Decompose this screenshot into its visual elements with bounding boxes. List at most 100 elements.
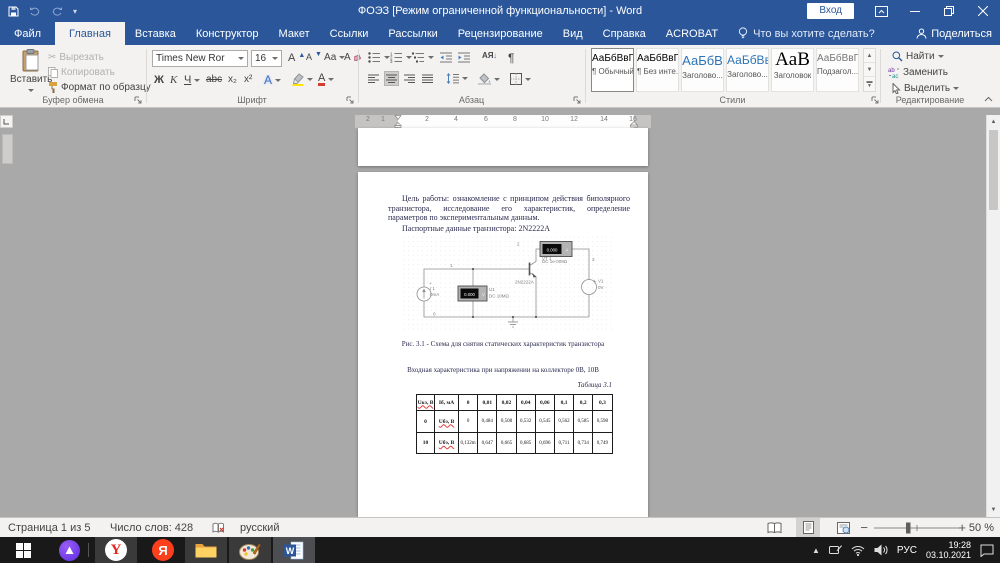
ribbon-display-options-icon[interactable] bbox=[864, 0, 898, 22]
decrease-indent-button[interactable] bbox=[440, 52, 452, 63]
styles-scroll-down-icon[interactable]: ▼ bbox=[864, 63, 875, 77]
align-center-button[interactable] bbox=[384, 71, 399, 86]
word-count[interactable]: Число слов: 428 bbox=[110, 518, 193, 537]
tab-help[interactable]: Справка bbox=[593, 22, 656, 45]
font-color-button[interactable]: А bbox=[318, 73, 334, 86]
multilevel-list-button[interactable] bbox=[412, 52, 434, 63]
tab-stop-selector[interactable] bbox=[0, 115, 13, 128]
find-button[interactable]: Найти bbox=[892, 51, 944, 62]
align-left-button[interactable] bbox=[368, 74, 379, 84]
style-heading2[interactable]: АаБбВв Заголово... bbox=[726, 48, 769, 92]
data-table[interactable]: Uкэ, В Iб, мА 0 0,01 0,02 0,04 0,06 0,1 … bbox=[416, 394, 613, 454]
style-no-spacing[interactable]: АаБбВвГг, ¶ Без инте... bbox=[636, 48, 679, 92]
page-current[interactable]: Цель работы: ознакомление с принципом де… bbox=[358, 172, 648, 517]
page-indicator[interactable]: Страница 1 из 5 bbox=[8, 518, 90, 537]
alice-assistant-button[interactable] bbox=[52, 537, 86, 563]
close-button[interactable] bbox=[966, 0, 1000, 22]
tab-mailings[interactable]: Рассылки bbox=[378, 22, 447, 45]
restore-button[interactable] bbox=[932, 0, 966, 22]
zoom-in-button[interactable]: + bbox=[958, 518, 966, 537]
start-button[interactable] bbox=[0, 537, 46, 563]
increase-indent-button[interactable] bbox=[458, 52, 470, 63]
styles-scroll-up-icon[interactable]: ▲ bbox=[864, 49, 875, 63]
read-mode-button[interactable] bbox=[767, 518, 782, 537]
scroll-up-icon[interactable]: ▲ bbox=[987, 115, 1000, 128]
zoom-out-button[interactable]: − bbox=[860, 518, 868, 537]
font-size-combo[interactable]: 16 bbox=[251, 50, 282, 67]
line-spacing-button[interactable] bbox=[446, 73, 468, 84]
cut-button[interactable]: ✂ Вырезать bbox=[48, 52, 104, 63]
proofing-status-icon[interactable] bbox=[212, 518, 225, 537]
pen-input-icon[interactable] bbox=[829, 544, 842, 556]
paint-button[interactable] bbox=[229, 537, 271, 563]
font-dialog-launcher-icon[interactable] bbox=[346, 96, 354, 104]
page-previous-bottom[interactable] bbox=[358, 128, 648, 166]
select-button[interactable]: Выделить bbox=[892, 83, 959, 94]
copy-button[interactable]: Копировать bbox=[48, 67, 115, 78]
show-marks-button[interactable]: ¶ bbox=[508, 51, 514, 65]
wifi-icon[interactable] bbox=[851, 545, 865, 556]
web-layout-button[interactable] bbox=[837, 518, 850, 537]
borders-button[interactable] bbox=[510, 73, 531, 85]
tab-acrobat[interactable]: ACROBAT bbox=[656, 22, 728, 45]
align-right-button[interactable] bbox=[404, 74, 415, 84]
hidden-icons-chevron[interactable]: ▲ bbox=[812, 546, 820, 555]
bold-button[interactable]: Ж bbox=[154, 74, 164, 86]
superscript-button[interactable]: x² bbox=[244, 74, 252, 85]
grow-font-button[interactable]: А▲ bbox=[288, 52, 305, 64]
style-heading1[interactable]: АаБбВ Заголово... bbox=[681, 48, 724, 92]
action-center-icon[interactable] bbox=[980, 544, 994, 557]
scrollbar-thumb[interactable] bbox=[989, 130, 998, 210]
justify-button[interactable] bbox=[422, 74, 433, 84]
style-normal[interactable]: АаБбВвГг, ¶ Обычный bbox=[591, 48, 634, 92]
file-explorer-button[interactable] bbox=[185, 537, 227, 563]
tab-layout[interactable]: Макет bbox=[269, 22, 320, 45]
replace-button[interactable]: abac Заменить bbox=[888, 67, 948, 78]
zoom-level[interactable]: 50 % bbox=[969, 518, 994, 537]
bullets-button[interactable] bbox=[368, 52, 390, 63]
zoom-slider[interactable] bbox=[874, 518, 960, 537]
tab-review[interactable]: Рецензирование bbox=[448, 22, 553, 45]
language-indicator[interactable]: русский bbox=[240, 518, 279, 537]
tab-references[interactable]: Ссылки bbox=[320, 22, 379, 45]
right-indent-marker[interactable] bbox=[629, 121, 639, 128]
shrink-font-button[interactable]: А▼ bbox=[306, 52, 322, 62]
font-family-combo[interactable]: Times New Ror bbox=[152, 50, 248, 67]
clock[interactable]: 19:28 03.10.2021 bbox=[926, 540, 971, 560]
tab-file[interactable]: Файл bbox=[0, 22, 55, 45]
scroll-down-icon[interactable]: ▼ bbox=[987, 503, 1000, 516]
word-taskbar-button[interactable]: W bbox=[273, 537, 315, 563]
highlight-button[interactable] bbox=[292, 73, 313, 86]
minimize-button[interactable] bbox=[898, 0, 932, 22]
clipboard-dialog-launcher-icon[interactable] bbox=[134, 96, 142, 104]
style-subtitle[interactable]: АаБбВвГ Подзагол... bbox=[816, 48, 859, 92]
collapse-ribbon-icon[interactable] bbox=[984, 96, 993, 102]
sort-button[interactable]: АЯ ↓ bbox=[482, 51, 497, 60]
tab-design[interactable]: Конструктор bbox=[186, 22, 269, 45]
styles-gallery-more-icon[interactable]: ▬▼ bbox=[864, 77, 875, 90]
volume-icon[interactable] bbox=[874, 544, 888, 556]
share-button[interactable]: Поделиться bbox=[916, 22, 992, 45]
underline-button[interactable]: Ч bbox=[184, 74, 200, 86]
strikethrough-button[interactable]: abc bbox=[206, 74, 222, 85]
italic-button[interactable]: К bbox=[170, 74, 177, 86]
tab-view[interactable]: Вид bbox=[553, 22, 593, 45]
change-case-button[interactable]: Аа bbox=[324, 52, 345, 63]
sign-in-button[interactable]: Вход bbox=[807, 3, 854, 19]
vertical-scrollbar[interactable]: ▲ ▼ bbox=[986, 115, 1000, 517]
style-title[interactable]: AaB Заголовок bbox=[771, 48, 814, 92]
text-effects-button[interactable]: А bbox=[264, 73, 281, 87]
subscript-button[interactable]: x₂ bbox=[228, 74, 237, 85]
horizontal-ruler[interactable]: 2 1 2 4 6 8 10 12 14 16 bbox=[355, 115, 651, 128]
yandex-app-button[interactable]: Я bbox=[143, 537, 183, 563]
tab-home[interactable]: Главная bbox=[55, 22, 125, 45]
yandex-browser-button[interactable]: Y bbox=[95, 537, 137, 563]
paragraph-dialog-launcher-icon[interactable] bbox=[573, 96, 581, 104]
numbering-button[interactable]: 123 bbox=[390, 52, 412, 63]
first-line-indent-marker[interactable] bbox=[393, 115, 403, 128]
format-painter-button[interactable]: Формат по образцу bbox=[48, 82, 151, 93]
styles-dialog-launcher-icon[interactable] bbox=[871, 96, 879, 104]
paste-button[interactable]: Вставить bbox=[10, 49, 52, 95]
print-layout-button[interactable] bbox=[796, 518, 820, 537]
shading-button[interactable] bbox=[478, 73, 500, 85]
